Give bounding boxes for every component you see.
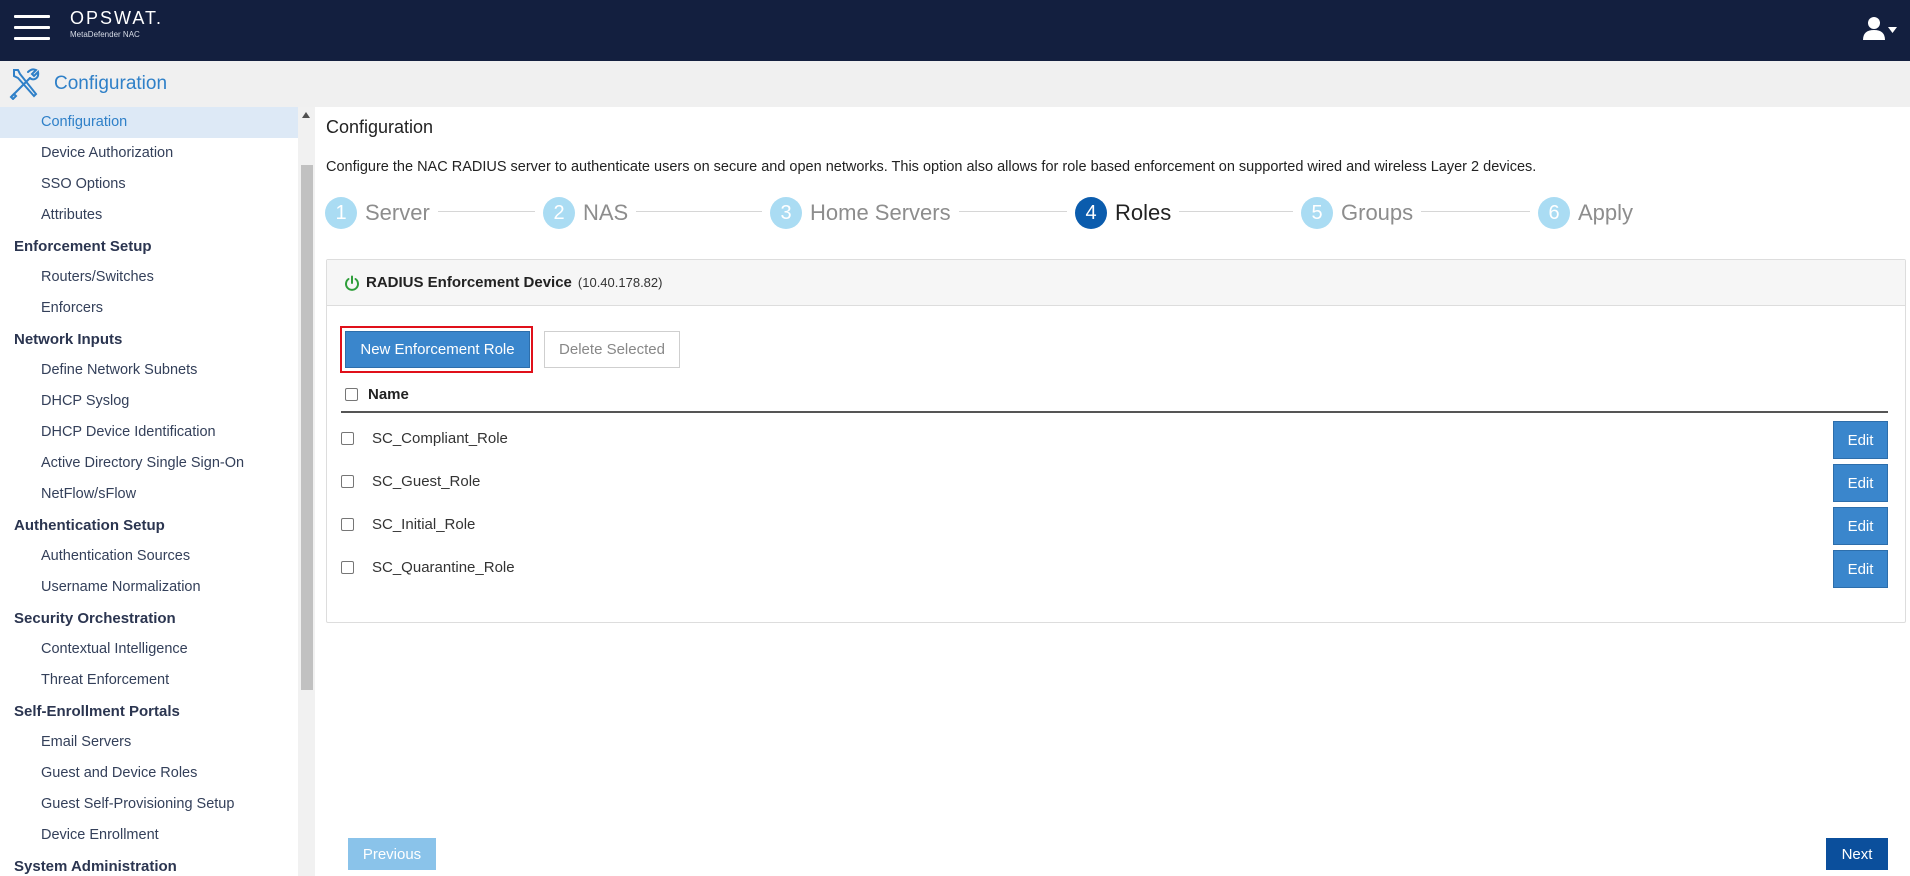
table-row: SC_Initial_Role Edit	[341, 503, 1888, 546]
sidebar-section[interactable]: Security Orchestration	[0, 603, 298, 634]
device-name: RADIUS Enforcement Device	[366, 274, 572, 291]
sidebar-item-authentication-sources[interactable]: Authentication Sources	[0, 541, 298, 572]
sidebar-item-contextual-intelligence[interactable]: Contextual Intelligence	[0, 634, 298, 665]
step-number: 6	[1538, 197, 1570, 229]
device-ip: (10.40.178.82)	[577, 275, 663, 290]
roles-table: Name SC_Compliant_Role Edit SC_Guest_Role E…	[341, 378, 1888, 589]
step-label: Roles	[1115, 200, 1172, 225]
sidebar-item-routers-switches[interactable]: Routers/Switches	[0, 262, 298, 293]
enforcement-device-panel: RADIUS Enforcement Device (10.40.178.82)…	[326, 259, 1906, 623]
logo-brand: OPSWAT.	[70, 8, 164, 28]
sidebar-scroll-thumb[interactable]	[301, 165, 313, 690]
chevron-down-icon	[1888, 27, 1897, 33]
wizard-connector	[636, 211, 762, 212]
tools-icon	[9, 68, 40, 100]
row-checkbox[interactable]	[341, 518, 354, 531]
new-enforcement-role-button[interactable]: New Enforcement Role	[345, 331, 530, 368]
role-name: SC_Initial_Role	[372, 516, 476, 533]
table-body: SC_Compliant_Role Edit SC_Guest_Role Edit SC…	[341, 417, 1888, 589]
select-all-checkbox[interactable]	[345, 388, 358, 401]
logo-product: MetaDefender NAC	[70, 30, 140, 39]
sidebar-section[interactable]: Enforcement Setup	[0, 231, 298, 262]
row-checkbox[interactable]	[341, 475, 354, 488]
sidebar-section[interactable]: Authentication Setup	[0, 510, 298, 541]
sidebar-item-netflow-sflow[interactable]: NetFlow/sFlow	[0, 479, 298, 510]
step-label: NAS	[583, 200, 629, 225]
sidebar-item-device-authorization[interactable]: Device Authorization	[0, 138, 298, 169]
logo: OPSWAT. MetaDefender NAC	[70, 8, 163, 39]
previous-button[interactable]: Previous	[348, 838, 436, 870]
step-label: Apply	[1578, 200, 1634, 225]
sidebar-item-email-servers[interactable]: Email Servers	[0, 727, 298, 758]
panel-header: RADIUS Enforcement Device (10.40.178.82)	[327, 260, 1905, 306]
step-number: 2	[543, 197, 575, 229]
column-header-name: Name	[368, 386, 409, 403]
role-name: SC_Compliant_Role	[372, 430, 508, 447]
title-bar: Configuration	[0, 61, 1910, 107]
next-button[interactable]: Next	[1826, 838, 1888, 870]
page-title: Configuration	[326, 117, 434, 137]
step-number: 1	[325, 197, 357, 229]
table-header: Name	[341, 378, 1888, 413]
edit-button[interactable]: Edit	[1833, 421, 1888, 459]
sidebar-item-attributes[interactable]: Attributes	[0, 200, 298, 231]
wizard-step-home-servers[interactable]: 3 Home Servers	[770, 193, 951, 233]
sidebar-item-enforcers[interactable]: Enforcers	[0, 293, 298, 324]
sidebar-item-threat-enforcement[interactable]: Threat Enforcement	[0, 665, 298, 696]
sidebar-section[interactable]: Network Inputs	[0, 324, 298, 355]
wizard-step-apply[interactable]: 6 Apply	[1538, 193, 1633, 233]
wizard-steps: 1 Server 2 NAS 3 Home Servers 4 Roles 5 Groups 6 Ap…	[315, 193, 1910, 233]
scroll-up-arrow-icon[interactable]	[302, 112, 310, 118]
user-menu[interactable]	[1862, 16, 1898, 42]
role-name: SC_Quarantine_Role	[372, 559, 515, 576]
sidebar-item-device-enrollment[interactable]: Device Enrollment	[0, 820, 298, 851]
sidebar-item-define-network-subnets[interactable]: Define Network Subnets	[0, 355, 298, 386]
table-row: SC_Compliant_Role Edit	[341, 417, 1888, 460]
sidebar-item-active-directory-single-sign-on[interactable]: Active Directory Single Sign-On	[0, 448, 298, 479]
sidebar-item-dhcp-device-identification[interactable]: DHCP Device Identification	[0, 417, 298, 448]
wizard-connector	[958, 211, 1067, 212]
step-label: Server	[365, 200, 430, 225]
sidebar-section[interactable]: System Administration	[0, 851, 298, 876]
page-description: Configure the NAC RADIUS server to authe…	[326, 159, 1537, 175]
step-label: Groups	[1341, 200, 1414, 225]
row-checkbox[interactable]	[341, 561, 354, 574]
user-icon	[1863, 17, 1897, 40]
sidebar-section[interactable]: Self-Enrollment Portals	[0, 696, 298, 727]
wizard-step-groups[interactable]: 5 Groups	[1301, 193, 1413, 233]
row-checkbox[interactable]	[341, 432, 354, 445]
top-bar: OPSWAT. MetaDefender NAC	[0, 0, 1910, 61]
step-number: 5	[1301, 197, 1333, 229]
hamburger-icon[interactable]	[14, 15, 50, 41]
table-row: SC_Quarantine_Role Edit	[341, 546, 1888, 589]
wizard-connector	[1421, 211, 1530, 212]
sidebar-item-dhcp-syslog[interactable]: DHCP Syslog	[0, 386, 298, 417]
sidebar: Configuration Device Authorization SSO Opt…	[0, 107, 298, 876]
wizard-connector	[1179, 211, 1293, 212]
wizard-step-nas[interactable]: 2 NAS	[543, 193, 628, 233]
sidebar-item-guest-and-device-roles[interactable]: Guest and Device Roles	[0, 758, 298, 789]
role-name: SC_Guest_Role	[372, 473, 481, 490]
table-row: SC_Guest_Role Edit	[341, 460, 1888, 503]
page-header-title: Configuration	[54, 73, 168, 94]
sidebar-item-sso-options[interactable]: SSO Options	[0, 169, 298, 200]
step-number: 3	[770, 197, 802, 229]
delete-selected-button[interactable]: Delete Selected	[544, 331, 680, 368]
wizard-connector	[437, 211, 535, 212]
sidebar-item-guest-self-provisioning-setup[interactable]: Guest Self-Provisioning Setup	[0, 789, 298, 820]
edit-button[interactable]: Edit	[1833, 507, 1888, 545]
step-number: 4	[1075, 197, 1107, 229]
edit-button[interactable]: Edit	[1833, 550, 1888, 588]
wizard-step-server[interactable]: 1 Server	[325, 193, 430, 233]
edit-button[interactable]: Edit	[1833, 464, 1888, 502]
power-icon	[345, 275, 359, 291]
sidebar-item-username-normalization[interactable]: Username Normalization	[0, 572, 298, 603]
step-label: Home Servers	[810, 200, 951, 225]
sidebar-item-configuration[interactable]: Configuration	[0, 107, 298, 138]
main-content: Configuration Configure the NAC RADIUS s…	[315, 107, 1910, 876]
wizard-step-roles[interactable]: 4 Roles	[1075, 193, 1171, 233]
